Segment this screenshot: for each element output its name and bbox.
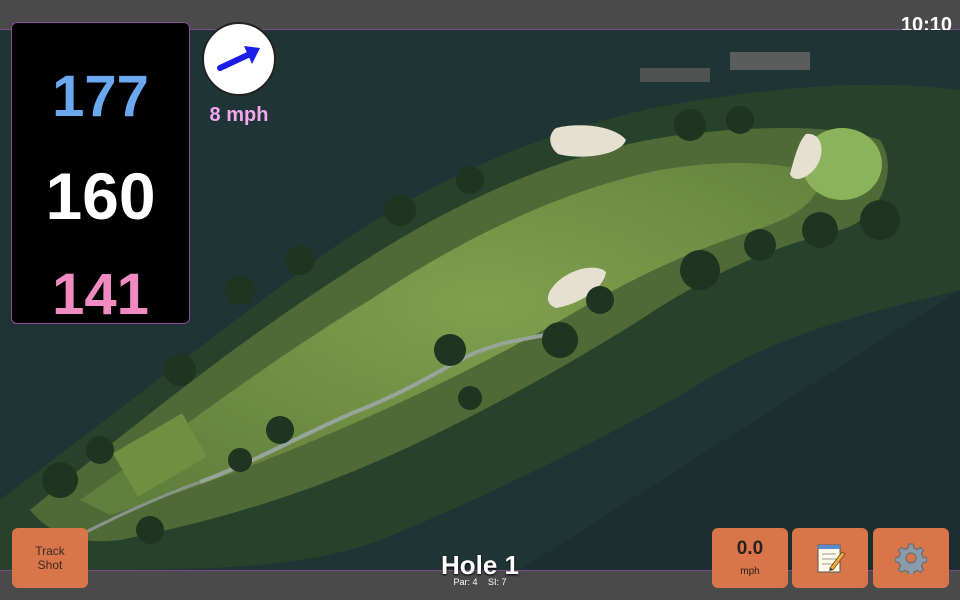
track-shot-label-line2: Shot <box>37 558 63 572</box>
wind-indicator <box>202 22 276 96</box>
track-shot-button[interactable]: Track Shot <box>12 528 88 588</box>
notes-button[interactable] <box>792 528 868 588</box>
distance-panel: 177 160 141 <box>11 22 190 327</box>
front-of-green-distance: 141 <box>52 262 149 327</box>
notepad-icon <box>817 544 846 573</box>
gear-icon <box>895 543 927 574</box>
track-shot-label-line1: Track <box>35 544 65 558</box>
wind-direction-arrow-icon <box>217 46 260 71</box>
speed-unit: mph <box>740 566 760 577</box>
hole-stroke-index: SI: 7 <box>488 577 507 587</box>
speed-button[interactable]: 0.0 mph <box>712 528 788 588</box>
hole-info: Par: 4 SI: 7 <box>380 577 580 587</box>
speed-value: 0.0 <box>736 538 764 559</box>
settings-button[interactable] <box>873 528 949 588</box>
middle-of-green-distance: 160 <box>45 159 156 233</box>
hole-par: Par: 4 <box>453 577 478 587</box>
wind-speed-label: 8 mph <box>209 104 269 126</box>
back-of-green-distance: 177 <box>52 64 149 129</box>
